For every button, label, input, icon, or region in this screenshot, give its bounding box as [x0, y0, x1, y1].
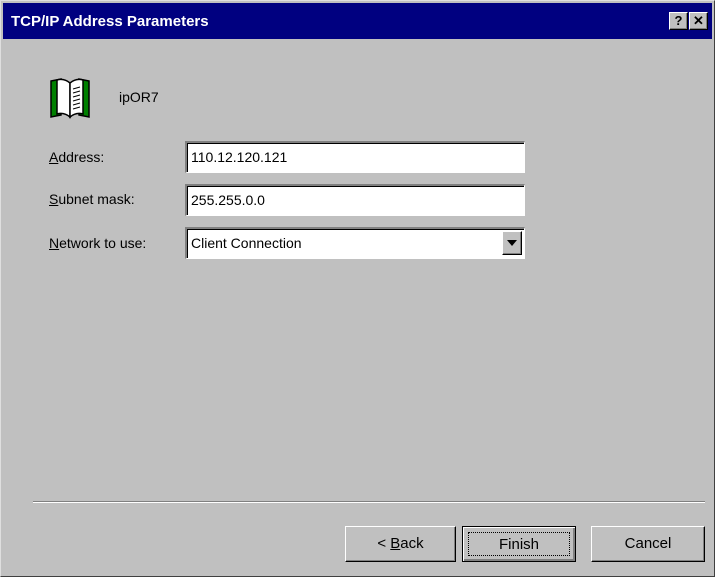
- host-name: ipOR7: [119, 89, 159, 105]
- network-selected-value: Client Connection: [191, 235, 302, 251]
- subnet-mask-label: Subnet mask:: [49, 191, 135, 207]
- close-icon: ✕: [693, 13, 704, 28]
- address-label: Address:: [49, 149, 105, 165]
- button-separator: [33, 501, 705, 503]
- network-to-use-label: Network to use:: [49, 235, 147, 251]
- subnet-mask-input[interactable]: 255.255.0.0: [185, 184, 525, 216]
- close-button[interactable]: ✕: [689, 12, 708, 30]
- back-button[interactable]: < Back: [345, 526, 456, 562]
- cancel-button[interactable]: Cancel: [591, 526, 705, 562]
- finish-label: Finish: [468, 532, 570, 556]
- tcpip-address-dialog: TCP/IP Address Parameters ? ✕ ipOR7 Addr…: [0, 0, 715, 577]
- help-button[interactable]: ?: [669, 12, 688, 30]
- network-select[interactable]: Client Connection: [185, 227, 525, 259]
- book-icon: [50, 78, 90, 119]
- title-bar[interactable]: TCP/IP Address Parameters ? ✕: [3, 3, 712, 39]
- address-input[interactable]: 110.12.120.121: [185, 141, 525, 173]
- window-title: TCP/IP Address Parameters: [11, 13, 209, 30]
- help-icon: ?: [674, 13, 683, 28]
- finish-button[interactable]: Finish: [462, 526, 576, 562]
- chevron-down-icon[interactable]: [502, 231, 522, 255]
